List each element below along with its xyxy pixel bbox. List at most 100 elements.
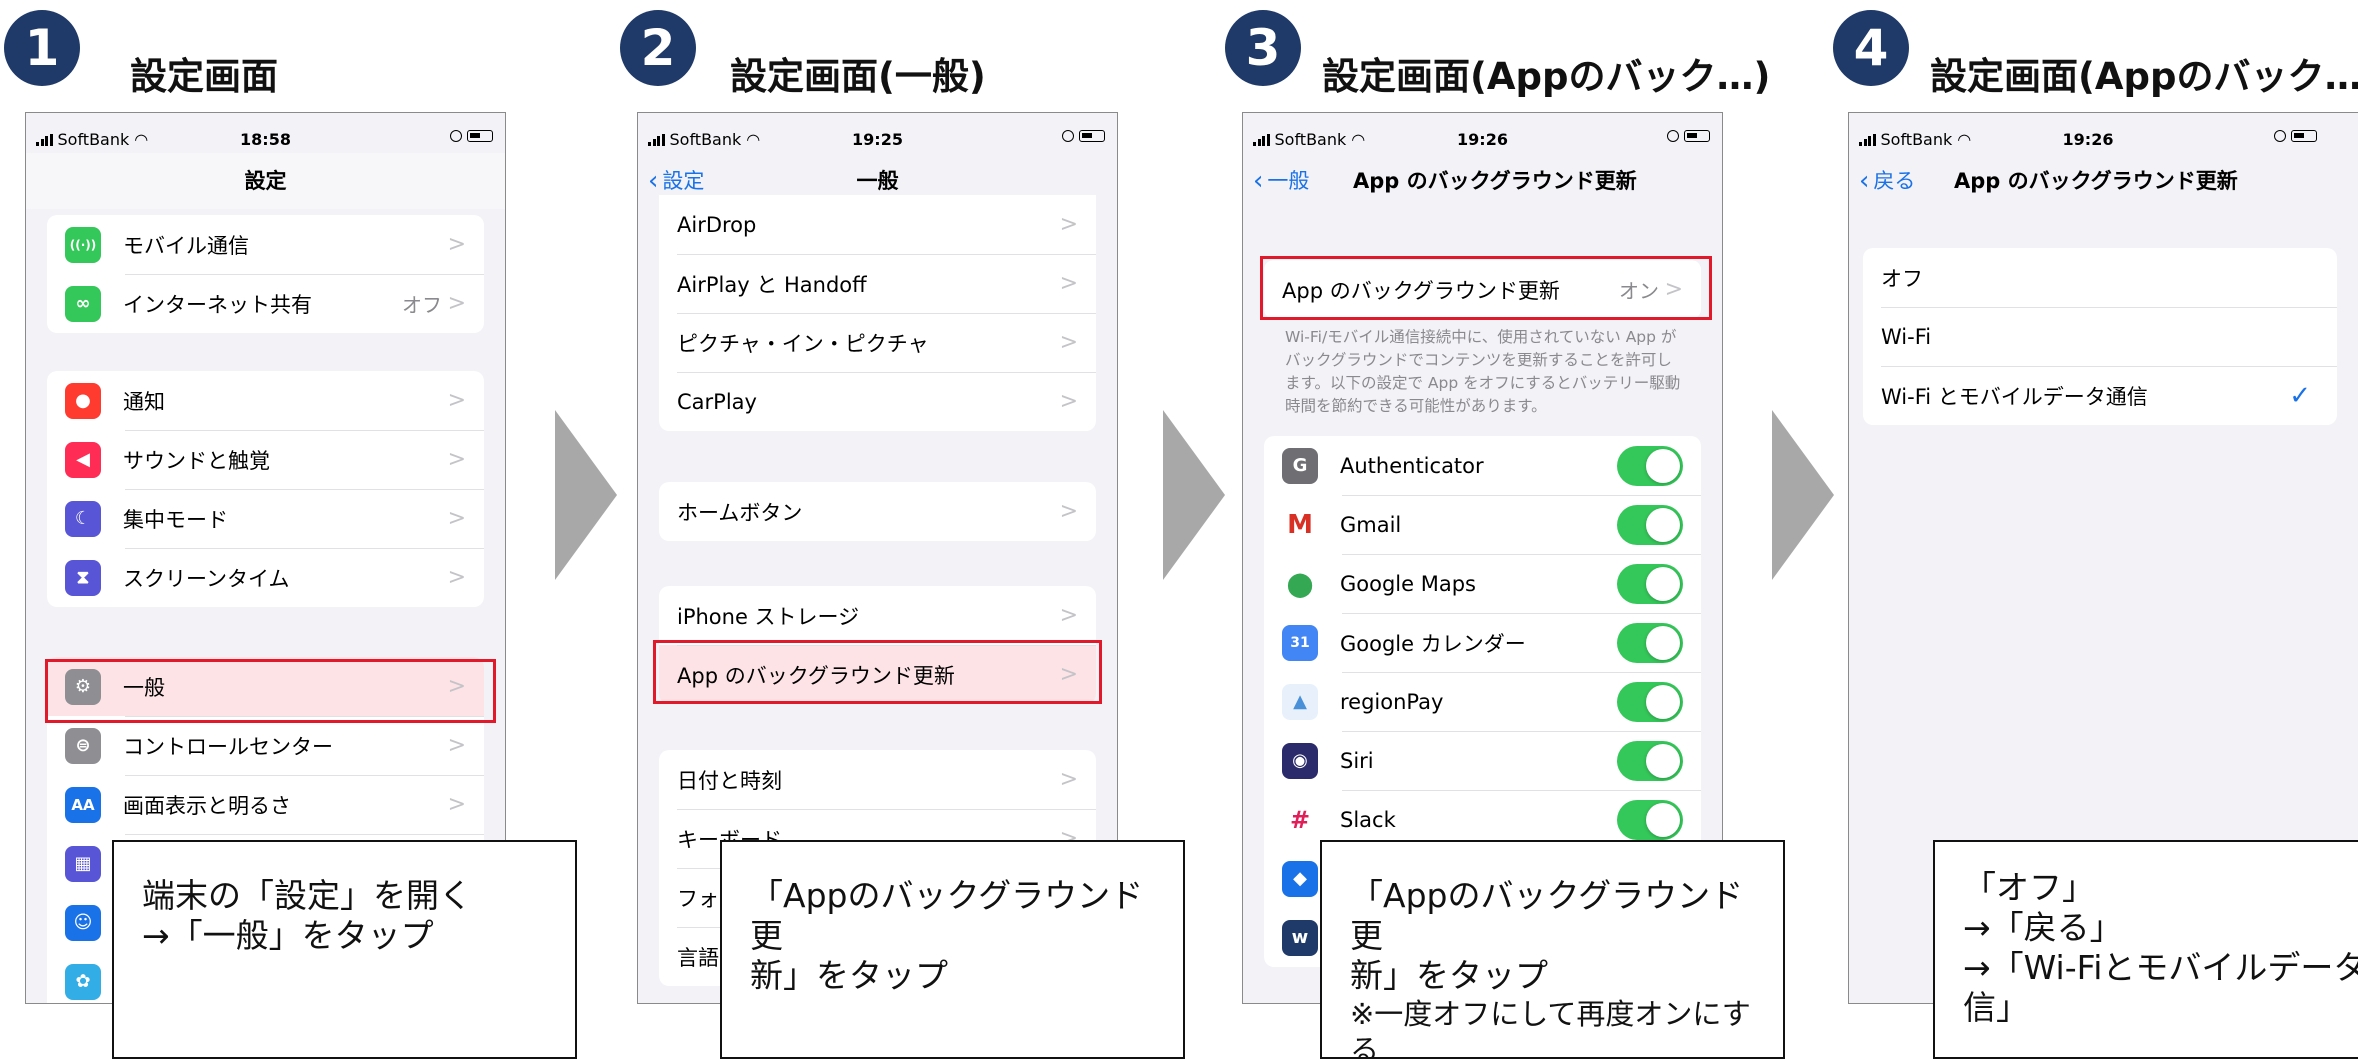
step-3-badge: 3 (1225, 10, 1301, 86)
option-wifi[interactable]: Wi-Fi (1863, 307, 2337, 366)
app-row-gmail: M Gmail (1264, 495, 1701, 554)
nav-bar: ‹ 戻る App のバックグラウンド更新 (1849, 153, 2358, 209)
toggle-regionpay[interactable] (1617, 681, 1683, 722)
slack-icon: # (1282, 801, 1318, 838)
status-bar: SoftBank ◠ 18:58 (26, 113, 505, 151)
settings-group-notifications: ● 通知 > ◀ サウンドと触覚 > ☾ 集中モード > ⧗ スクリーンタイム > (47, 371, 484, 607)
step-1-badge: 1 (4, 10, 80, 86)
refresh-description: Wi-Fi/モバイル通信接続中に、使用されていない App が バックグラウンド… (1285, 328, 1681, 415)
status-bar: SoftBank ◠ 19:26 (1243, 113, 1722, 151)
refresh-main-group: App のバックグラウンド更新 オン > (1264, 260, 1701, 319)
back-button[interactable]: ‹ 戻る (1859, 153, 1915, 209)
toggle-authenticator[interactable] (1617, 445, 1683, 486)
bell-icon: ● (65, 382, 101, 419)
step-1-title: 設定画面 (130, 55, 278, 98)
general-group-airdrop: AirDrop > AirPlay と Handoff > ピクチャ・イン・ピクチャ… (659, 195, 1096, 431)
general-group-storage: iPhone ストレージ > App のバックグラウンド更新 > (659, 586, 1096, 704)
battery-icon (1079, 130, 1105, 142)
general-item-background-refresh[interactable]: App のバックグラウンド更新 > (659, 645, 1096, 704)
nav-bar: ‹ 一般 App のバックグラウンド更新 (1243, 153, 1722, 209)
background-refresh-setting[interactable]: App のバックグラウンド更新 オン > (1264, 260, 1701, 319)
settings-item-mobile[interactable]: ((·)) モバイル通信 > (47, 215, 484, 274)
hourglass-icon: ⧗ (65, 559, 101, 596)
rotation-lock-icon (2274, 130, 2286, 142)
toggle-siri[interactable] (1617, 740, 1683, 781)
wallpaper-icon: ✿ (65, 963, 101, 1000)
home-screen-icon: ▦ (65, 845, 101, 882)
clock: 19:26 (2062, 130, 2114, 149)
general-item-date-time[interactable]: 日付と時刻 > (659, 750, 1096, 809)
chevron-right-icon: > (1059, 330, 1078, 355)
toggle-slack[interactable] (1617, 799, 1683, 840)
settings-item-hotspot[interactable]: ∞ インターネット共有 オフ > (47, 274, 484, 333)
next-arrow-2 (1163, 410, 1225, 580)
settings-group-network: ((·)) モバイル通信 > ∞ インターネット共有 オフ > (47, 215, 484, 333)
link-icon: ∞ (65, 285, 101, 322)
general-item-airplay[interactable]: AirPlay と Handoff > (659, 254, 1096, 313)
settings-item-display[interactable]: AA 画面表示と明るさ > (47, 775, 484, 834)
step-4-badge: 4 (1833, 10, 1909, 86)
chevron-right-icon: > (1059, 499, 1078, 524)
background-refresh-value: オン (1619, 279, 1659, 303)
chevron-right-icon: > (447, 506, 466, 531)
battery-icon (2291, 130, 2317, 142)
chevron-right-icon: > (447, 565, 466, 590)
settings-item-focus[interactable]: ☾ 集中モード > (47, 489, 484, 548)
nav-bar: 設定 (26, 153, 505, 209)
next-arrow-3 (1772, 410, 1834, 580)
option-wifi-and-cellular[interactable]: Wi-Fi とモバイルデータ通信 ✓ (1863, 366, 2337, 425)
chevron-right-icon: > (447, 733, 466, 758)
general-group-home-button: ホームボタン > (659, 482, 1096, 541)
settings-item-notifications[interactable]: ● 通知 > (47, 371, 484, 430)
toggle-google-maps[interactable] (1617, 563, 1683, 604)
general-item-home-button[interactable]: ホームボタン > (659, 482, 1096, 541)
chevron-right-icon: > (447, 792, 466, 817)
back-button[interactable]: ‹ 一般 (1253, 153, 1309, 209)
status-bar: SoftBank ◠ 19:25 (638, 113, 1117, 151)
moon-icon: ☾ (65, 500, 101, 537)
app-row-google-maps: ⬤ Google Maps (1264, 554, 1701, 613)
toggle-gmail[interactable] (1617, 504, 1683, 545)
settings-item-screen-time[interactable]: ⧗ スクリーンタイム > (47, 548, 484, 607)
chevron-right-icon: > (447, 291, 466, 316)
chevron-left-icon: ‹ (1253, 166, 1264, 196)
settings-item-general[interactable]: ⚙ 一般 > (47, 657, 484, 716)
chevron-right-icon: > (1059, 603, 1078, 628)
status-bar: SoftBank ◠ 19:26 (1849, 113, 2358, 151)
gear-icon: ⚙ (65, 668, 101, 705)
checkmark-icon: ✓ (2289, 380, 2311, 411)
google-calendar-icon: 31 (1282, 624, 1318, 661)
chevron-right-icon: > (1059, 212, 1078, 237)
app-icon: w (1282, 919, 1318, 956)
settings-item-control-center[interactable]: ⊜ コントロールセンター > (47, 716, 484, 775)
settings-item-sounds[interactable]: ◀ サウンドと触覚 > (47, 430, 484, 489)
app-row-google-calendar: 31 Google カレンダー (1264, 613, 1701, 672)
google-maps-icon: ⬤ (1282, 565, 1318, 602)
switches-icon: ⊜ (65, 727, 101, 764)
option-off[interactable]: オフ (1863, 248, 2337, 307)
siri-icon: ◉ (1282, 742, 1318, 779)
general-item-airdrop[interactable]: AirDrop > (659, 195, 1096, 254)
step-2-badge: 2 (620, 10, 696, 86)
instruction-callout-1: 端末の「設定」を開く →「一般」をタップ (112, 840, 577, 1059)
chevron-right-icon: > (447, 674, 466, 699)
chevron-right-icon: > (1059, 389, 1078, 414)
step-2-title: 設定画面(一般) (730, 55, 986, 98)
clock: 18:58 (240, 130, 291, 149)
general-item-carplay[interactable]: CarPlay > (659, 372, 1096, 431)
app-row-regionpay: ▲ regionPay (1264, 672, 1701, 731)
general-item-storage[interactable]: iPhone ストレージ > (659, 586, 1096, 645)
chevron-right-icon: > (447, 447, 466, 472)
antenna-icon: ((·)) (65, 226, 101, 263)
instruction-callout-2: 「Appのバックグラウンド更 新」をタップ (720, 840, 1185, 1059)
speaker-icon: ◀ (65, 441, 101, 478)
rotation-lock-icon (1062, 130, 1074, 142)
chevron-right-icon: > (1059, 767, 1078, 792)
general-item-pip[interactable]: ピクチャ・イン・ピクチャ > (659, 313, 1096, 372)
instruction-callout-4: 「オフ」 →「戻る」 →「Wi-Fiとモバイルデータ通 信」 (1933, 840, 2358, 1059)
toggle-google-calendar[interactable] (1617, 622, 1683, 663)
battery-icon (1684, 130, 1710, 142)
chevron-right-icon: > (1059, 271, 1078, 296)
page-title: App のバックグラウンド更新 (1353, 169, 1637, 193)
text-size-icon: AA (65, 786, 101, 823)
